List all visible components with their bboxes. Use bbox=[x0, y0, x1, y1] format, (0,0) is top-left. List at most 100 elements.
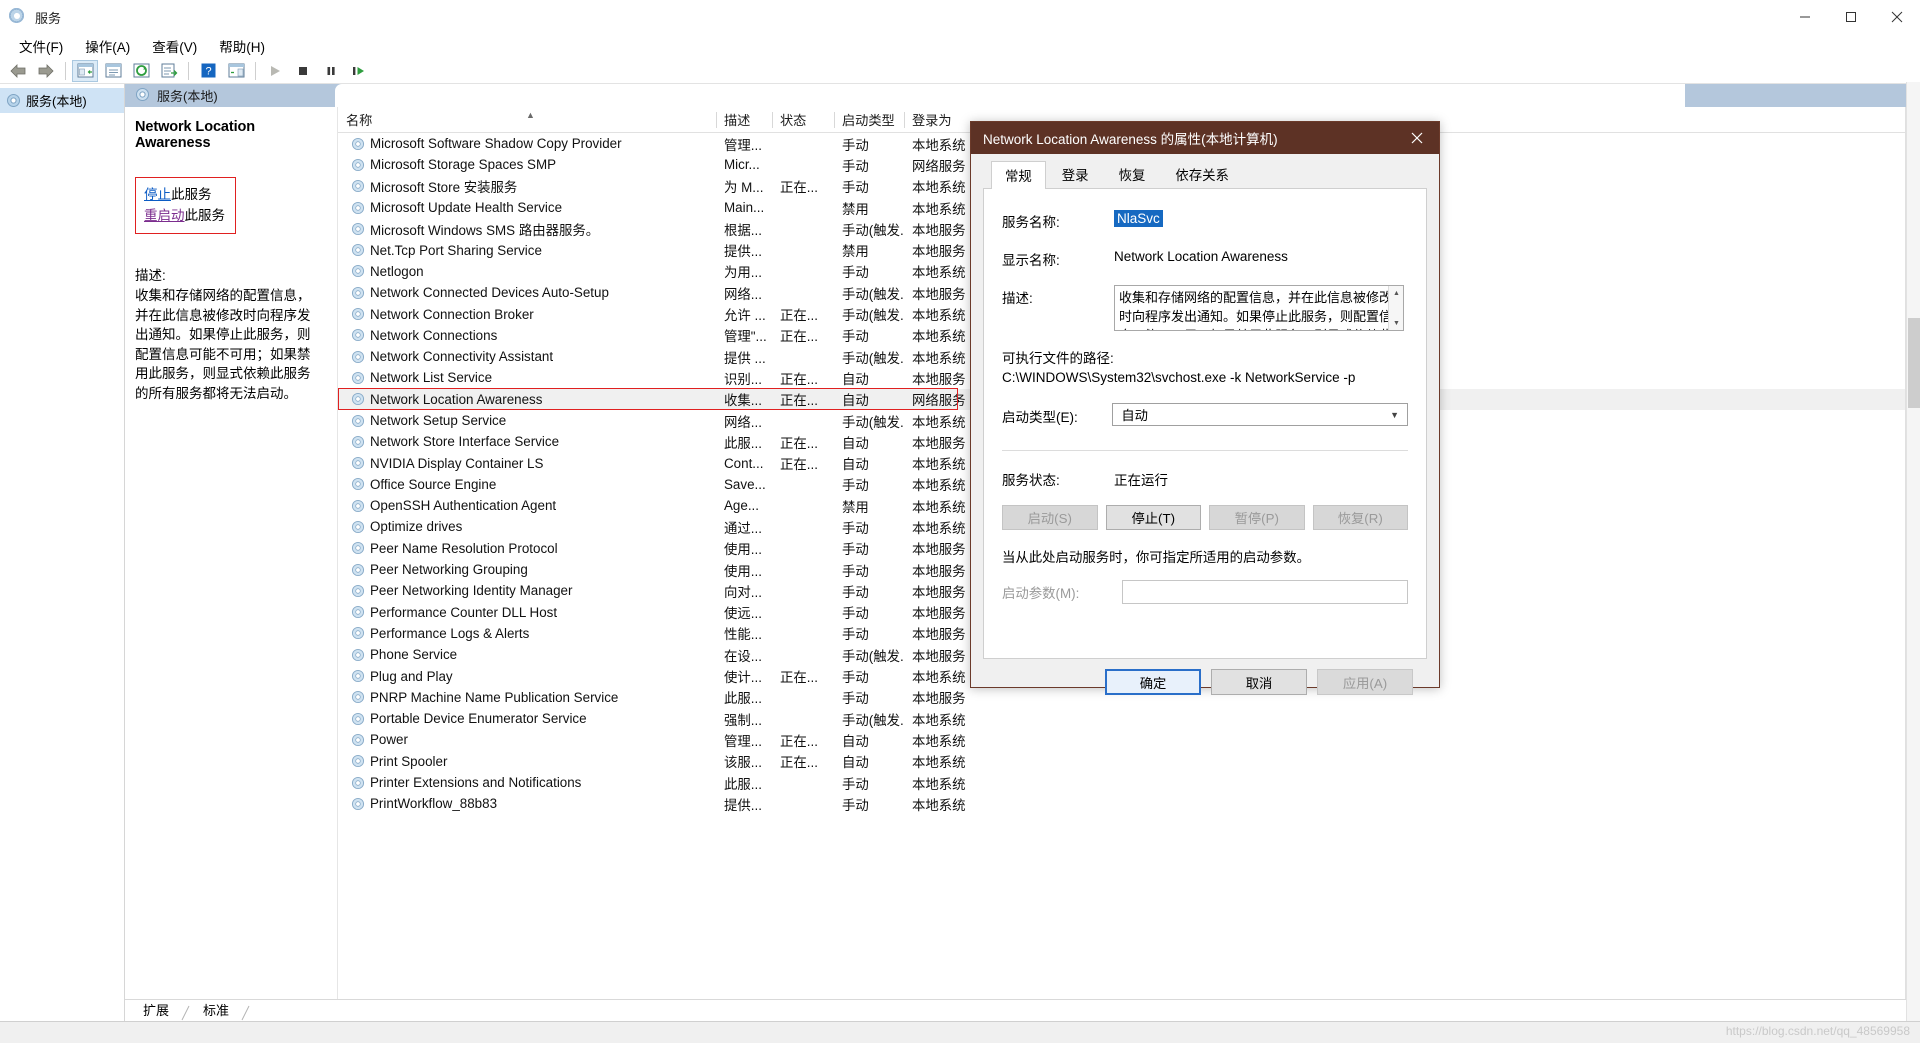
stop-service-button[interactable]: 停止(T) bbox=[1106, 505, 1202, 530]
cell-startup-type: 自动 bbox=[834, 368, 904, 388]
column-header-name-label: 名称 bbox=[346, 110, 372, 129]
table-row[interactable]: Power管理...正在...自动本地系统 bbox=[338, 729, 1920, 750]
table-row[interactable]: Printer Extensions and Notifications 此服..… bbox=[338, 772, 1920, 793]
cell-name: Microsoft Software Shadow Copy Provider bbox=[338, 136, 716, 151]
tab-standard[interactable]: 标准 bbox=[193, 999, 239, 1021]
menu-help[interactable]: 帮助(H) bbox=[208, 34, 276, 58]
cell-description: 使用... bbox=[716, 538, 772, 558]
pause-service-icon[interactable] bbox=[318, 60, 344, 82]
column-header-status[interactable]: 状态 bbox=[772, 107, 834, 133]
cell-name: PrintWorkflow_88b83 bbox=[338, 796, 716, 811]
dialog-description-box[interactable]: 收集和存储网络的配置信息，并在此信息被修改时向程序发出通知。如果停止此服务，则配… bbox=[1114, 285, 1404, 331]
stop-service-link[interactable]: 停止 bbox=[144, 187, 171, 202]
cell-name-label: Net.Tcp Port Sharing Service bbox=[370, 243, 542, 258]
back-icon[interactable] bbox=[5, 60, 31, 82]
column-header-logon-as[interactable]: 登录为 bbox=[904, 107, 980, 133]
minimize-button[interactable] bbox=[1782, 0, 1828, 34]
service-gear-icon bbox=[351, 435, 365, 449]
cell-name: Network Location Awareness bbox=[338, 392, 716, 407]
startup-type-dropdown[interactable]: 自动 ▼ bbox=[1112, 403, 1408, 426]
menu-view[interactable]: 查看(V) bbox=[141, 34, 208, 58]
maximize-button[interactable] bbox=[1828, 0, 1874, 34]
services-gear-icon bbox=[135, 87, 150, 105]
table-row[interactable]: PrintWorkflow_88b83提供...手动本地系统 bbox=[338, 793, 1920, 814]
cell-status: 正在... bbox=[772, 666, 834, 686]
tree-item-services-local[interactable]: 服务(本地) bbox=[0, 88, 124, 113]
export-list-icon[interactable] bbox=[156, 60, 182, 82]
cell-description: 提供... bbox=[716, 240, 772, 260]
apply-button[interactable]: 应用(A) bbox=[1317, 669, 1413, 695]
properties-icon[interactable] bbox=[100, 60, 126, 82]
start-service-button[interactable]: 启动(S) bbox=[1002, 505, 1098, 530]
dialog-tab-dependencies[interactable]: 依存关系 bbox=[1161, 160, 1243, 188]
description-scroll-down-icon[interactable]: ▼ bbox=[1389, 316, 1404, 330]
divider bbox=[1002, 450, 1408, 451]
menu-bar: 文件(F) 操作(A) 查看(V) 帮助(H) bbox=[0, 34, 1920, 58]
cell-startup-type: 手动 bbox=[834, 773, 904, 793]
cell-description: 性能... bbox=[716, 623, 772, 643]
startup-params-input[interactable] bbox=[1122, 580, 1408, 604]
stop-service-icon[interactable] bbox=[290, 60, 316, 82]
cancel-button[interactable]: 取消 bbox=[1211, 669, 1307, 695]
description-scrollbar[interactable]: ▲ ▼ bbox=[1388, 286, 1403, 330]
dialog-tab-general[interactable]: 常规 bbox=[991, 161, 1046, 189]
restart-service-link[interactable]: 重启动 bbox=[144, 208, 185, 223]
show-hide-action-pane-icon[interactable] bbox=[223, 60, 249, 82]
show-hide-console-tree-icon[interactable] bbox=[72, 60, 98, 82]
restart-service-icon[interactable] bbox=[346, 60, 372, 82]
cell-name-label: Plug and Play bbox=[370, 669, 453, 684]
cell-description: Save... bbox=[716, 477, 772, 492]
cell-logon-as: 本地服务 bbox=[904, 581, 980, 601]
cell-description: 强制... bbox=[716, 709, 772, 729]
cell-name: Network Store Interface Service bbox=[338, 434, 716, 449]
cell-logon-as: 本地服务 bbox=[904, 560, 980, 580]
window-vertical-scrollbar[interactable] bbox=[1906, 82, 1920, 1021]
table-row[interactable]: Print Spooler该服...正在...自动本地系统 bbox=[338, 751, 1920, 772]
dialog-footer: 确定 取消 应用(A) bbox=[983, 659, 1427, 695]
menu-file[interactable]: 文件(F) bbox=[8, 34, 74, 58]
cell-startup-type: 禁用 bbox=[834, 240, 904, 260]
cell-name: Network List Service bbox=[338, 370, 716, 385]
service-status-row: 服务状态: 正在运行 bbox=[1002, 467, 1408, 489]
cell-status: 正在... bbox=[772, 389, 834, 409]
menu-action[interactable]: 操作(A) bbox=[74, 34, 141, 58]
start-service-icon[interactable] bbox=[262, 60, 288, 82]
dialog-close-button[interactable] bbox=[1395, 122, 1439, 154]
description-scroll-up-icon[interactable]: ▲ bbox=[1389, 286, 1404, 300]
cell-status: 正在... bbox=[772, 432, 834, 452]
service-gear-icon bbox=[351, 520, 365, 534]
cell-description: 此服... bbox=[716, 773, 772, 793]
service-gear-icon bbox=[351, 414, 365, 428]
pause-service-button[interactable]: 暂停(P) bbox=[1209, 505, 1305, 530]
cell-name-label: Printer Extensions and Notifications bbox=[370, 775, 581, 790]
cell-description: 使计... bbox=[716, 666, 772, 686]
service-name-value: NlaSvc bbox=[1114, 210, 1163, 227]
cell-name-label: Network Setup Service bbox=[370, 413, 506, 428]
cell-logon-as: 本地服务 bbox=[904, 283, 980, 303]
column-header-startup-type[interactable]: 启动类型 bbox=[834, 107, 904, 133]
dialog-tab-recovery[interactable]: 恢复 bbox=[1105, 160, 1160, 188]
service-gear-icon bbox=[351, 541, 365, 555]
help-icon[interactable]: ? bbox=[195, 60, 221, 82]
cell-startup-type: 手动(触发... bbox=[834, 347, 904, 367]
table-row[interactable]: Portable Device Enumerator Service强制...手… bbox=[338, 708, 1920, 729]
cell-name-label: Portable Device Enumerator Service bbox=[370, 711, 587, 726]
dialog-tab-logon[interactable]: 登录 bbox=[1048, 160, 1103, 188]
column-header-name[interactable]: 名称 ▲ bbox=[338, 107, 716, 133]
cell-status: 正在... bbox=[772, 453, 834, 473]
cell-description: 该服... bbox=[716, 751, 772, 771]
service-gear-icon bbox=[351, 626, 365, 640]
ok-button[interactable]: 确定 bbox=[1105, 669, 1201, 695]
column-header-description[interactable]: 描述 bbox=[716, 107, 772, 133]
refresh-icon[interactable] bbox=[128, 60, 154, 82]
forward-icon[interactable] bbox=[33, 60, 59, 82]
cell-description: 网络... bbox=[716, 411, 772, 431]
window-scroll-thumb[interactable] bbox=[1908, 318, 1920, 408]
tab-extended[interactable]: 扩展 bbox=[133, 999, 179, 1021]
resume-service-button[interactable]: 恢复(R) bbox=[1313, 505, 1409, 530]
close-button[interactable] bbox=[1874, 0, 1920, 34]
cell-name-label: Microsoft Update Health Service bbox=[370, 200, 562, 215]
cell-description: 向对... bbox=[716, 581, 772, 601]
cell-startup-type: 手动 bbox=[834, 623, 904, 643]
svg-text:?: ? bbox=[205, 66, 211, 78]
